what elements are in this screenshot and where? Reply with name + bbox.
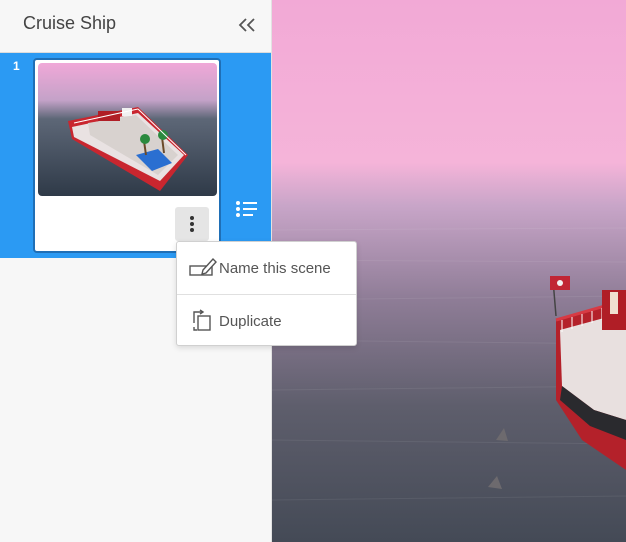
project-title: Cruise Ship xyxy=(23,13,117,33)
menu-item-duplicate[interactable]: Duplicate xyxy=(177,295,356,347)
duplicate-icon xyxy=(193,309,211,331)
panel-header: Cruise Ship xyxy=(0,0,271,53)
menu-item-label: Name this scene xyxy=(219,259,331,277)
scene-row-selected[interactable]: 1 xyxy=(0,53,271,258)
scene-thumbnail[interactable] xyxy=(38,63,217,196)
menu-item-label: Duplicate xyxy=(219,312,282,330)
scene-number: 1 xyxy=(13,59,20,73)
menu-item-name-scene[interactable]: Name this scene xyxy=(177,242,356,295)
collapse-panel-button[interactable] xyxy=(234,12,260,38)
vertical-ellipsis-icon xyxy=(190,216,194,232)
scene-more-options-button[interactable] xyxy=(175,207,209,241)
list-icon xyxy=(236,201,257,217)
scene-list-button[interactable] xyxy=(235,200,259,220)
rename-pencil-icon xyxy=(189,257,217,276)
scene-context-menu: Name this scene Duplicate xyxy=(176,241,357,346)
double-chevron-left-icon xyxy=(238,18,255,32)
